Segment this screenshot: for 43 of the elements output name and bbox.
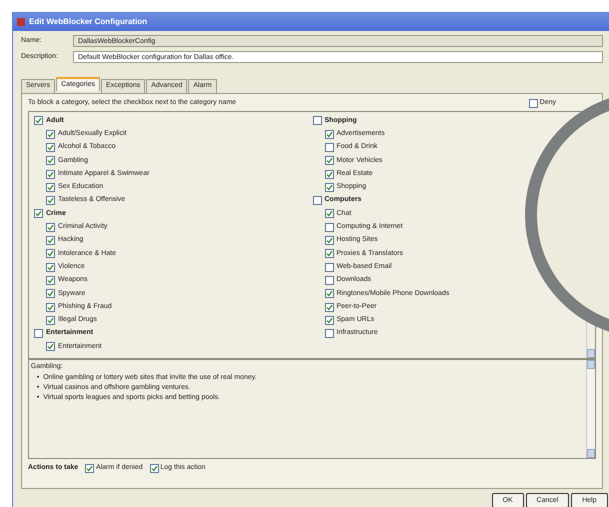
checkbox[interactable]: [324, 262, 334, 272]
checkbox[interactable]: [85, 464, 94, 472]
checkbox[interactable]: [46, 342, 55, 352]
checkbox[interactable]: [324, 209, 334, 218]
scroll-down-icon[interactable]: [587, 349, 595, 358]
checkbox[interactable]: [324, 329, 334, 338]
checkbox[interactable]: [528, 98, 538, 108]
checkbox[interactable]: [324, 142, 334, 152]
checkbox[interactable]: [46, 182, 55, 192]
checkbox[interactable]: [46, 142, 55, 152]
checkbox[interactable]: [312, 116, 322, 126]
checkbox[interactable]: [324, 236, 334, 246]
checkbox[interactable]: [150, 464, 159, 472]
checkbox[interactable]: [312, 196, 322, 206]
checkbox[interactable]: [34, 329, 43, 338]
checkbox[interactable]: [324, 170, 334, 179]
checkbox[interactable]: [324, 249, 334, 258]
checkbox[interactable]: [46, 249, 55, 258]
checkbox[interactable]: [46, 170, 55, 179]
checkbox[interactable]: [324, 289, 334, 298]
checkbox[interactable]: [324, 182, 334, 192]
checkbox[interactable]: [324, 222, 334, 232]
checkbox[interactable]: [34, 116, 43, 126]
checkbox[interactable]: [46, 316, 55, 325]
window-title: Edit WebBlocker Configuration: [29, 16, 148, 28]
checkbox[interactable]: [46, 262, 55, 272]
checkbox[interactable]: [324, 316, 334, 325]
checkbox[interactable]: [324, 130, 334, 139]
checkbox[interactable]: [46, 196, 55, 206]
checkbox[interactable]: [46, 302, 55, 312]
checkbox[interactable]: [46, 236, 55, 246]
app-icon: [17, 18, 25, 26]
checkbox[interactable]: [324, 156, 334, 166]
checkbox[interactable]: [46, 130, 55, 139]
checkbox[interactable]: [324, 302, 334, 312]
checkbox[interactable]: [46, 276, 55, 285]
checkbox[interactable]: [324, 276, 334, 285]
checkbox[interactable]: [46, 289, 55, 298]
checkbox[interactable]: [46, 222, 55, 232]
scroll-down-icon[interactable]: [587, 449, 595, 458]
checkbox[interactable]: [46, 156, 55, 166]
checkbox[interactable]: [34, 209, 43, 218]
scrollbar[interactable]: [586, 360, 595, 458]
